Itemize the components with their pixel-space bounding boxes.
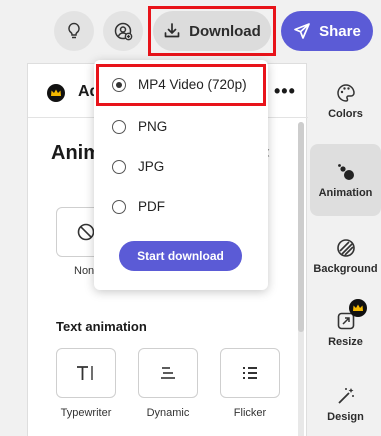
add-user-icon [114,22,133,41]
dynamic-icon [161,367,175,379]
background-icon [336,238,355,257]
invite-button[interactable] [103,11,143,51]
premium-crown-icon [349,299,367,317]
flicker-icon [243,367,257,379]
animation-icon [337,163,354,180]
rail-label-animation: Animation [318,186,373,199]
radio-unselected[interactable] [112,119,126,134]
panel-scrollbar-thumb[interactable] [298,122,304,332]
dynamic-label: Dynamic [146,407,190,419]
design-icon [337,387,354,404]
rail-item-background[interactable]: Background [310,220,381,292]
no-symbol-icon [77,223,95,241]
typewriter-label: Typewriter [60,407,112,419]
ideas-button[interactable] [54,11,94,51]
share-label: Share [319,22,361,40]
rail-item-design[interactable]: Design [310,368,381,436]
format-label-pdf: PDF [138,199,165,214]
typewriter-icon [77,366,93,380]
rail-item-colors[interactable]: Colors [310,65,381,137]
format-label-png: PNG [138,119,168,134]
format-option-jpg[interactable]: JPG [112,159,164,174]
more-options-icon[interactable]: ••• [274,82,296,100]
radio-unselected[interactable] [112,159,126,174]
radio-unselected[interactable] [112,199,126,214]
format-label-jpg: JPG [138,159,165,174]
download-highlight-box [148,6,276,56]
flicker-tile[interactable] [220,348,280,398]
rail-item-animation[interactable]: Animation [310,144,381,216]
rail-label-design: Design [327,410,364,423]
rail-label-background: Background [313,262,378,275]
rail-label-resize: Resize [328,335,363,348]
rail-item-resize[interactable]: Resize [310,293,381,365]
right-rail: Colors Animation Background Resize Desig… [308,63,381,436]
top-bar: Download Share [0,0,381,62]
format-option-png[interactable]: PNG [112,119,167,134]
text-animation-heading: Text animation [56,319,147,334]
rail-label-colors: Colors [328,107,363,120]
download-format-dropdown: MP4 Video (720p) PNG JPG PDF Start downl… [94,60,268,290]
share-icon [294,23,310,39]
typewriter-tile[interactable] [56,348,116,398]
palette-icon [336,83,355,102]
share-button[interactable]: Share [281,11,373,51]
lightbulb-icon [68,22,80,39]
crown-icon [47,84,65,102]
start-download-button[interactable]: Start download [119,241,242,271]
format-option-pdf[interactable]: PDF [112,199,165,214]
dynamic-tile[interactable] [138,348,198,398]
mp4-highlight-box [96,64,266,106]
flicker-label: Flicker [233,407,267,419]
